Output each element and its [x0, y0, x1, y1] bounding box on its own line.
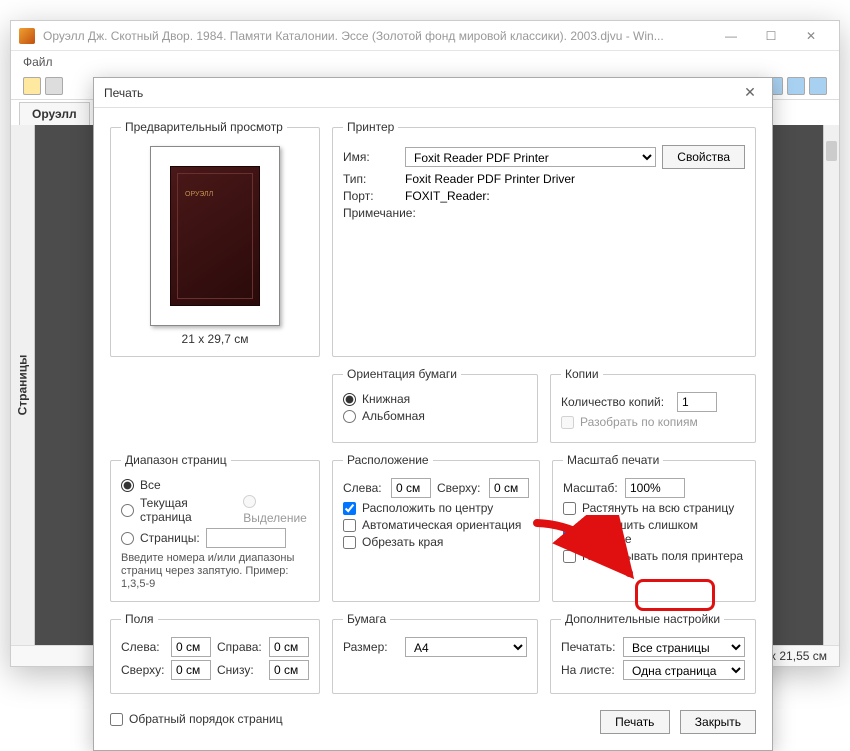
preview-group: Предварительный просмотр ОРУЭЛЛ 21 x 29,… — [110, 120, 320, 357]
printer-port-value: FOXIT_Reader: — [405, 189, 490, 203]
extra-group: Дополнительные настройки Печатать:Все ст… — [550, 612, 756, 694]
printer-name-select[interactable]: Foxit Reader PDF Printer — [405, 147, 656, 167]
paper-size-select[interactable]: A4 — [405, 637, 527, 657]
range-current[interactable]: Текущая страница Выделение — [121, 495, 309, 525]
extra-sheet-select[interactable]: Одна страница — [623, 660, 745, 680]
copies-legend: Копии — [561, 367, 603, 381]
scale-input[interactable] — [625, 478, 685, 498]
vertical-scrollbar[interactable] — [823, 125, 839, 645]
pages-panel-tab[interactable]: Страницы — [11, 125, 35, 645]
layout-crop[interactable]: Обрезать края — [343, 535, 529, 549]
preview-page: ОРУЭЛЛ — [150, 146, 280, 326]
copies-count-input[interactable] — [677, 392, 717, 412]
layout-left-input[interactable] — [391, 478, 431, 498]
printer-type-value: Foxit Reader PDF Printer Driver — [405, 172, 575, 186]
close-button[interactable]: ✕ — [791, 22, 831, 50]
print-icon[interactable] — [45, 77, 63, 95]
paper-group: Бумага Размер:A4 — [332, 612, 538, 694]
printer-legend: Принтер — [343, 120, 398, 134]
orientation-landscape[interactable]: Альбомная — [343, 409, 527, 423]
layout-center[interactable]: Расположить по центру — [343, 501, 529, 515]
copies-count-label: Количество копий: — [561, 395, 671, 409]
margins-right-input[interactable] — [269, 637, 309, 657]
printer-properties-button[interactable]: Свойства — [662, 145, 745, 169]
print-button[interactable]: Печать — [600, 710, 670, 734]
scale-ignore[interactable]: Не учитывать поля принтера — [563, 549, 745, 563]
margins-top-input[interactable] — [171, 660, 211, 680]
tool-icon-2[interactable] — [787, 77, 805, 95]
app-icon — [19, 28, 35, 44]
extra-print-select[interactable]: Все страницы — [623, 637, 745, 657]
printer-type-label: Тип: — [343, 172, 399, 186]
book-cover: ОРУЭЛЛ — [170, 166, 260, 306]
layout-top-input[interactable] — [489, 478, 529, 498]
reverse-order-checkbox[interactable]: Обратный порядок страниц — [110, 712, 320, 726]
layout-auto[interactable]: Автоматическая ориентация — [343, 518, 529, 532]
range-group: Диапазон страниц Все Текущая страница Вы… — [110, 453, 320, 602]
printer-note-label: Примечание: — [343, 206, 423, 220]
margins-legend: Поля — [121, 612, 158, 626]
margins-left-input[interactable] — [171, 637, 211, 657]
scale-stretch[interactable]: Растянуть на всю страницу — [563, 501, 745, 515]
printer-group: Принтер Имя: Foxit Reader PDF Printer Св… — [332, 120, 756, 357]
copies-group: Копии Количество копий: Разобрать по коп… — [550, 367, 756, 443]
range-pages[interactable]: Страницы: — [121, 528, 309, 548]
scale-group: Масштаб печати Масштаб: Растянуть на всю… — [552, 453, 756, 602]
menu-file[interactable]: Файл — [23, 55, 53, 69]
dialog-titlebar: Печать ✕ — [94, 78, 772, 108]
range-hint: Введите номера и/или диапазоны страниц ч… — [121, 552, 309, 591]
layout-legend: Расположение — [343, 453, 433, 467]
main-titlebar: Оруэлл Дж. Скотный Двор. 1984. Памяти Ка… — [11, 21, 839, 51]
maximize-button[interactable]: ☐ — [751, 22, 791, 50]
document-tab[interactable]: Оруэлл — [19, 102, 90, 125]
paper-legend: Бумага — [343, 612, 390, 626]
minimize-button[interactable]: — — [711, 22, 751, 50]
margins-bottom-input[interactable] — [269, 660, 309, 680]
dialog-close-icon[interactable]: ✕ — [738, 84, 762, 101]
menu-bar: Файл — [11, 51, 839, 73]
printer-port-label: Порт: — [343, 189, 399, 203]
open-icon[interactable] — [23, 77, 41, 95]
window-title: Оруэлл Дж. Скотный Двор. 1984. Памяти Ка… — [43, 29, 711, 43]
preview-legend: Предварительный просмотр — [121, 120, 287, 134]
collate-checkbox: Разобрать по копиям — [561, 415, 745, 429]
print-dialog: Печать ✕ Предварительный просмотр ОРУЭЛЛ… — [93, 77, 773, 751]
margins-group: Поля Слева: Справа: Сверху: Снизу: — [110, 612, 320, 694]
dialog-title: Печать — [104, 86, 738, 100]
scale-shrink[interactable]: Уменьшить слишком большие — [563, 518, 745, 546]
scale-legend: Масштаб печати — [563, 453, 663, 467]
orientation-portrait[interactable]: Книжная — [343, 392, 527, 406]
extra-legend: Дополнительные настройки — [561, 612, 724, 626]
printer-name-label: Имя: — [343, 150, 399, 164]
range-all[interactable]: Все — [121, 478, 309, 492]
preview-dimensions: 21 x 29,7 см — [121, 332, 309, 346]
scroll-thumb[interactable] — [826, 141, 837, 161]
layout-group: Расположение Слева: Сверху: Расположить … — [332, 453, 540, 602]
orientation-group: Ориентация бумаги Книжная Альбомная — [332, 367, 538, 443]
dialog-close-button[interactable]: Закрыть — [680, 710, 756, 734]
orientation-legend: Ориентация бумаги — [343, 367, 461, 381]
range-pages-input[interactable] — [206, 528, 286, 548]
range-legend: Диапазон страниц — [121, 453, 231, 467]
tool-icon-3[interactable] — [809, 77, 827, 95]
